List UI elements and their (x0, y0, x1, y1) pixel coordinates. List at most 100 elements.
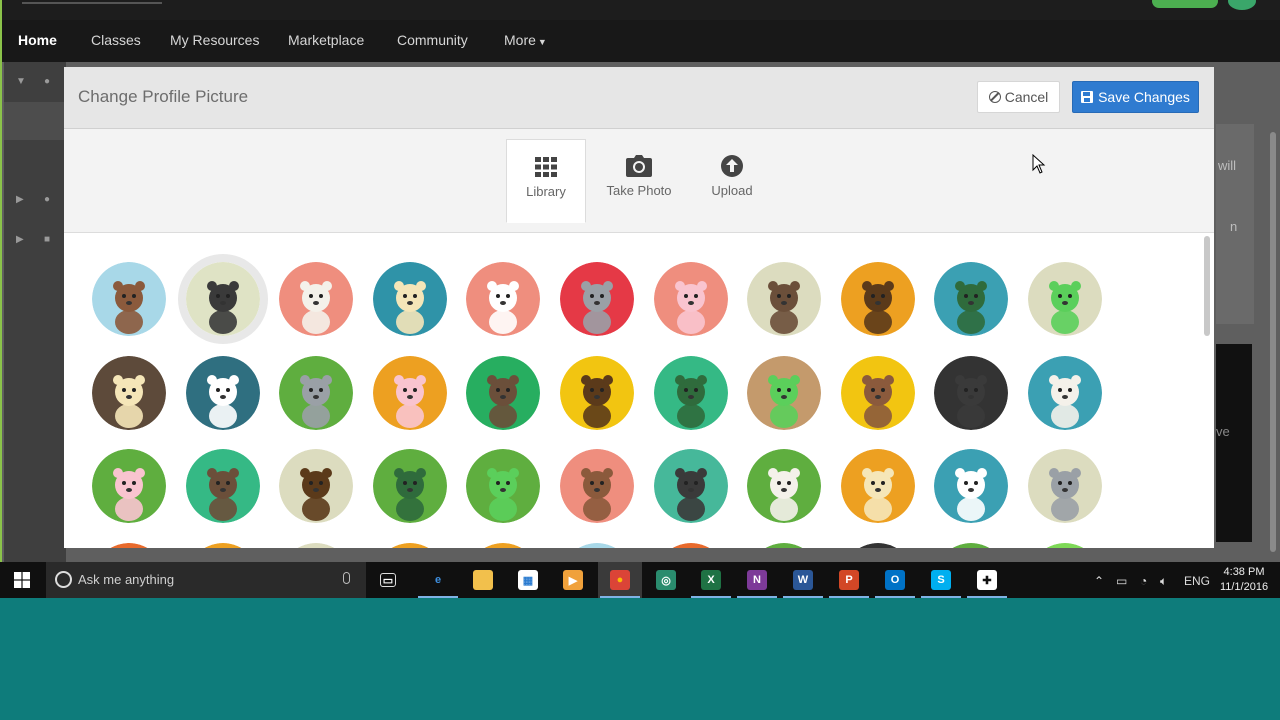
sidebar-selected-row (4, 102, 66, 140)
avatar-giraffe[interactable] (279, 355, 354, 430)
avatar-partial[interactable] (747, 542, 821, 548)
avatar-fox[interactable] (934, 449, 1009, 523)
chevron-up-icon[interactable]: ⌃ (1094, 574, 1104, 588)
avatar-dog[interactable] (92, 262, 166, 336)
wifi-icon[interactable]: ◔ (1140, 574, 1147, 588)
cortana-search-box[interactable]: Ask me anything (46, 562, 366, 598)
squirrel-icon (747, 262, 822, 336)
avatar-partial[interactable] (560, 542, 634, 548)
avatar-partial[interactable] (373, 542, 447, 548)
avatar-gorilla[interactable] (840, 355, 915, 430)
monkey-icon (1028, 355, 1102, 430)
gallery-scrollbar[interactable] (1204, 236, 1210, 336)
avatar-hedgehog[interactable] (840, 262, 915, 336)
powerpoint-icon[interactable]: P (829, 570, 869, 598)
avatar-partial[interactable] (92, 542, 166, 548)
save-changes-button[interactable]: Save Changes (1072, 81, 1199, 113)
tab-take-photo[interactable]: Take Photo (599, 139, 679, 223)
avatar-elephant[interactable] (185, 355, 260, 430)
caret-right-icon: ▶ (16, 194, 24, 205)
avatar-wolf[interactable] (840, 449, 915, 523)
onenote-icon[interactable]: N (737, 570, 777, 598)
user-avatar[interactable] (1228, 0, 1256, 10)
word-icon[interactable]: W (783, 570, 823, 598)
background-card: will n (1216, 124, 1254, 324)
battery-icon[interactable]: ▭ (1116, 574, 1127, 588)
outlook-icon[interactable]: O (875, 570, 915, 598)
user-icon: ● (44, 76, 51, 87)
nav-community[interactable]: Community (397, 20, 468, 62)
excel-icon[interactable]: X (691, 570, 731, 598)
avatar-orangutan[interactable] (934, 355, 1009, 430)
chrome-icon[interactable]: ● (600, 570, 640, 598)
avatar-cow[interactable] (747, 449, 822, 523)
nav-home[interactable]: Home (18, 20, 57, 62)
cancel-button[interactable]: Cancel (977, 81, 1060, 113)
avatar-deer[interactable] (279, 449, 354, 523)
avatar-zebra[interactable] (747, 355, 822, 430)
nav-marketplace[interactable]: Marketplace (288, 20, 364, 62)
avatar-tiger[interactable] (560, 355, 634, 430)
nav-more[interactable]: More ▼ (504, 20, 547, 62)
system-clock[interactable]: 4:38 PM 11/1/2016 (1214, 565, 1274, 595)
avatar-frog[interactable] (92, 355, 166, 430)
avatar-cat[interactable] (279, 262, 354, 336)
avatar-partial[interactable] (654, 542, 728, 548)
tab-library[interactable]: Library (506, 139, 586, 223)
status-toggle[interactable] (1152, 0, 1218, 8)
task-view-icon[interactable]: ▭ (380, 573, 396, 587)
puzzle-app-icon[interactable]: ✚ (967, 570, 1007, 598)
edge-icon[interactable]: e (418, 570, 458, 598)
avatar-partial[interactable] (186, 542, 260, 548)
nav-classes[interactable]: Classes (91, 20, 141, 62)
avatar-rhino[interactable] (372, 355, 447, 430)
rabbit-icon (466, 262, 541, 336)
save-label: Save Changes (1098, 89, 1190, 105)
avatar-squirrel[interactable] (747, 262, 822, 336)
avatar-hippo[interactable] (466, 355, 541, 430)
floppy-disk-icon (1081, 91, 1094, 103)
file-explorer-icon[interactable] (473, 570, 493, 590)
avatar-unicorn[interactable] (466, 449, 541, 523)
avatar-pig[interactable] (653, 262, 728, 336)
network-app-icon[interactable]: ◎ (656, 570, 676, 590)
nav-my-resources[interactable]: My Resources (170, 20, 259, 62)
avatar-turtle[interactable] (934, 262, 1009, 336)
avatar-partial[interactable] (841, 542, 915, 548)
avatar-bat[interactable] (1028, 449, 1102, 523)
tiger-icon (560, 355, 634, 430)
avatar-partial[interactable] (934, 542, 1008, 548)
avatar-pig[interactable] (653, 449, 728, 523)
background-text: n (1230, 219, 1238, 234)
page-scrollbar[interactable] (1270, 132, 1276, 552)
background-sidebar: ▼ ● ▶ ● ▶ ■ (4, 62, 66, 562)
avatar-panda[interactable] (92, 449, 166, 523)
skype-icon[interactable]: S (921, 570, 961, 598)
avatar-lion-cub[interactable] (372, 262, 447, 336)
avatar-partial[interactable] (466, 542, 540, 548)
avatar-panther[interactable] (185, 262, 260, 336)
user-icon: ● (44, 194, 51, 205)
avatar-partial[interactable] (1028, 542, 1102, 548)
tab-upload[interactable]: Upload (692, 139, 772, 223)
avatar-fox[interactable] (372, 449, 447, 523)
avatar-bear[interactable] (185, 449, 260, 523)
avatar-frog[interactable] (1028, 262, 1102, 336)
windows-start-icon[interactable] (14, 572, 30, 588)
volume-icon[interactable]: 🔈︎ (1160, 574, 1167, 589)
avatar-lion[interactable] (653, 355, 728, 430)
media-icon[interactable]: ▶ (563, 570, 583, 590)
store-icon[interactable]: ▦ (518, 570, 538, 590)
cart-icon: ■ (44, 234, 51, 245)
ban-icon (988, 91, 1001, 103)
language-indicator[interactable]: ENG (1184, 574, 1210, 588)
deer-icon (279, 449, 354, 523)
avatar-monkey[interactable] (1028, 355, 1102, 430)
avatar-rabbit[interactable] (466, 262, 541, 336)
avatar-partial[interactable] (279, 542, 353, 548)
animal-icon (577, 542, 617, 548)
microphone-icon[interactable] (343, 572, 350, 584)
avatar-sheep[interactable] (560, 449, 634, 523)
hippo-icon (466, 355, 541, 430)
avatar-mouse[interactable] (560, 262, 634, 336)
